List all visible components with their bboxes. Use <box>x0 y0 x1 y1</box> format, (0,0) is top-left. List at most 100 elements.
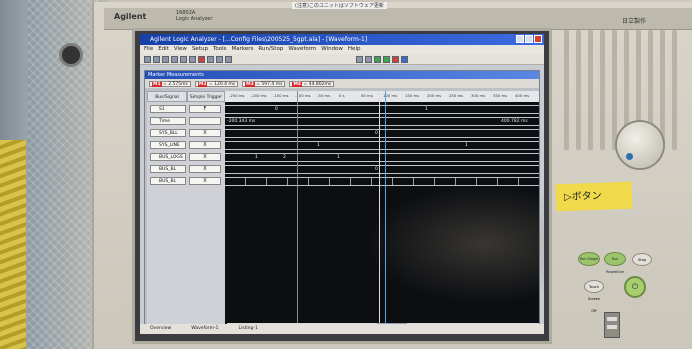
ruler-tick: 50 ms <box>361 93 373 98</box>
signal-row-name[interactable]: SYS_BLL <box>150 129 186 137</box>
time-ruler[interactable]: -250 ms -200 ms -150 ms -100 ms -50 ms 0… <box>225 91 539 102</box>
run-single-button[interactable]: Run Single <box>578 252 600 266</box>
zoom-in-icon[interactable] <box>180 55 187 63</box>
wave-value: -200.343 ms <box>227 119 256 124</box>
marker-icon[interactable] <box>198 55 205 63</box>
signal-trigger[interactable]: X <box>189 165 221 173</box>
ruler-tick: 0 s <box>339 93 345 98</box>
menu-edit[interactable]: Edit <box>158 45 169 54</box>
marker-measure-1[interactable]: M1 = 2.575ms <box>149 80 191 87</box>
waveform-icon[interactable] <box>356 55 363 63</box>
signal-row-name[interactable]: BUS_LOGS <box>150 153 186 161</box>
signal-trigger[interactable]: X <box>189 177 221 185</box>
wave-value: 1 <box>465 143 468 148</box>
col-simple-trigger[interactable]: Simple Trigger <box>187 91 225 102</box>
signal-row-name[interactable]: BUS_BL <box>150 165 186 173</box>
new-icon[interactable] <box>144 55 151 63</box>
waveform-row[interactable]: -200.343 ms 400.782 ms <box>225 117 539 126</box>
trigger-cursor[interactable] <box>297 91 298 331</box>
marker-id: M1 <box>152 81 162 87</box>
find-icon[interactable] <box>207 55 214 63</box>
properties-icon[interactable] <box>225 55 232 63</box>
waveform-row[interactable]: 0 <box>225 129 539 138</box>
stop-icon[interactable] <box>392 55 399 63</box>
minimize-button[interactable] <box>516 35 524 43</box>
print-icon[interactable] <box>171 55 178 63</box>
power-button[interactable]: ⏻ <box>624 276 646 298</box>
ruler-tick: 350 ms <box>493 93 508 98</box>
signal-trigger[interactable]: X <box>189 153 221 161</box>
menu-bar: File Edit View Setup Tools Markers Run/S… <box>140 45 544 54</box>
signal-trigger[interactable]: X <box>189 141 221 149</box>
menu-window[interactable]: Window <box>321 45 343 54</box>
marker-measure-2[interactable]: M2 = 120.4 ms <box>194 80 239 87</box>
signal-trigger[interactable]: X <box>189 129 221 137</box>
signal-trigger[interactable] <box>189 117 221 125</box>
goto-icon[interactable] <box>216 55 223 63</box>
marker-measure-4[interactable]: M4 = 44.802ms <box>289 80 335 87</box>
vent-slot <box>672 30 677 150</box>
save-icon[interactable] <box>162 55 169 63</box>
wave-value: 0 <box>375 131 378 136</box>
menu-run-stop[interactable]: Run/Stop <box>258 45 283 54</box>
menu-waveform[interactable]: Waveform <box>288 45 316 54</box>
screen-reflection <box>365 184 544 304</box>
waveform-row[interactable]: 0 <box>225 165 539 174</box>
run-repetitive-button[interactable]: Run Repetitive <box>604 252 626 274</box>
zoom-out-icon[interactable] <box>189 55 196 63</box>
menu-tools[interactable]: Tools <box>213 45 227 54</box>
menu-file[interactable]: File <box>144 45 153 54</box>
marker-measure-3[interactable]: M3 = 597.4 ms <box>242 80 286 87</box>
usb-port[interactable] <box>607 317 617 321</box>
usb-ports[interactable] <box>604 312 620 338</box>
marker-window-title: Marker Measurements <box>145 71 539 79</box>
vent-slot <box>588 30 593 150</box>
signal-row-name[interactable]: SYS_LINE <box>150 141 186 149</box>
ruler-tick: 150 ms <box>405 93 420 98</box>
status-waveform[interactable]: Waveform-1 <box>191 324 218 334</box>
menu-help[interactable]: Help <box>348 45 361 54</box>
waveform-row[interactable]: 0 1 <box>225 105 539 114</box>
stop-button[interactable]: Stop <box>632 253 652 266</box>
waveform-row[interactable]: 1 1 <box>225 141 539 150</box>
col-bus-signal[interactable]: Bus/Signal <box>147 91 187 102</box>
open-icon[interactable] <box>153 55 160 63</box>
vent-slot <box>660 30 665 150</box>
ruler-tick: -200 ms <box>251 93 267 98</box>
toolbar <box>140 54 544 65</box>
marker-id: M3 <box>245 81 255 87</box>
ruler-tick: -150 ms <box>273 93 289 98</box>
model-type: Logic Analyzer <box>176 16 213 22</box>
control-knob[interactable] <box>617 122 663 168</box>
top-sticker: (注意)このユニットはソフトウェア更新 <box>292 2 387 9</box>
marker-id: M4 <box>292 81 303 87</box>
ruler-tick: -50 ms <box>317 93 331 98</box>
app-titlebar: Agilent Logic Analyzer - [...Config File… <box>140 34 544 45</box>
signal-row-name[interactable]: Time <box>150 117 186 125</box>
help-icon[interactable] <box>401 55 408 63</box>
signal-row-name[interactable]: BUS_BL <box>150 177 186 185</box>
menu-view[interactable]: View <box>174 45 187 54</box>
menu-markers[interactable]: Markers <box>232 45 254 54</box>
close-button[interactable] <box>534 35 542 43</box>
signal-trigger[interactable]: F <box>189 105 221 113</box>
marker-value: = 44.802ms <box>303 81 332 87</box>
model-label: 16802A Logic Analyzer <box>176 10 212 22</box>
run-repetitive-icon[interactable] <box>383 55 390 63</box>
maker-label: 日立製作 <box>622 18 647 25</box>
marker-value: = 597.4 ms <box>256 81 283 87</box>
vent-slot <box>600 30 605 150</box>
status-listing[interactable]: Listing-1 <box>239 324 258 334</box>
status-overview[interactable]: Overview <box>150 324 171 334</box>
wave-value: 1 <box>255 155 258 160</box>
signal-row-name[interactable]: S1 <box>150 105 186 113</box>
touch-screen-off-button[interactable]: Touch Screen Off <box>584 280 604 313</box>
screen: Agilent Logic Analyzer - [...Config File… <box>140 34 544 334</box>
waveform-row[interactable]: 1 2 1 <box>225 153 539 162</box>
usb-port[interactable] <box>607 325 617 329</box>
maximize-button[interactable] <box>525 35 533 43</box>
listing-icon[interactable] <box>365 55 372 63</box>
run-icon[interactable] <box>374 55 381 63</box>
menu-setup[interactable]: Setup <box>192 45 208 54</box>
vent-slot <box>576 30 581 150</box>
